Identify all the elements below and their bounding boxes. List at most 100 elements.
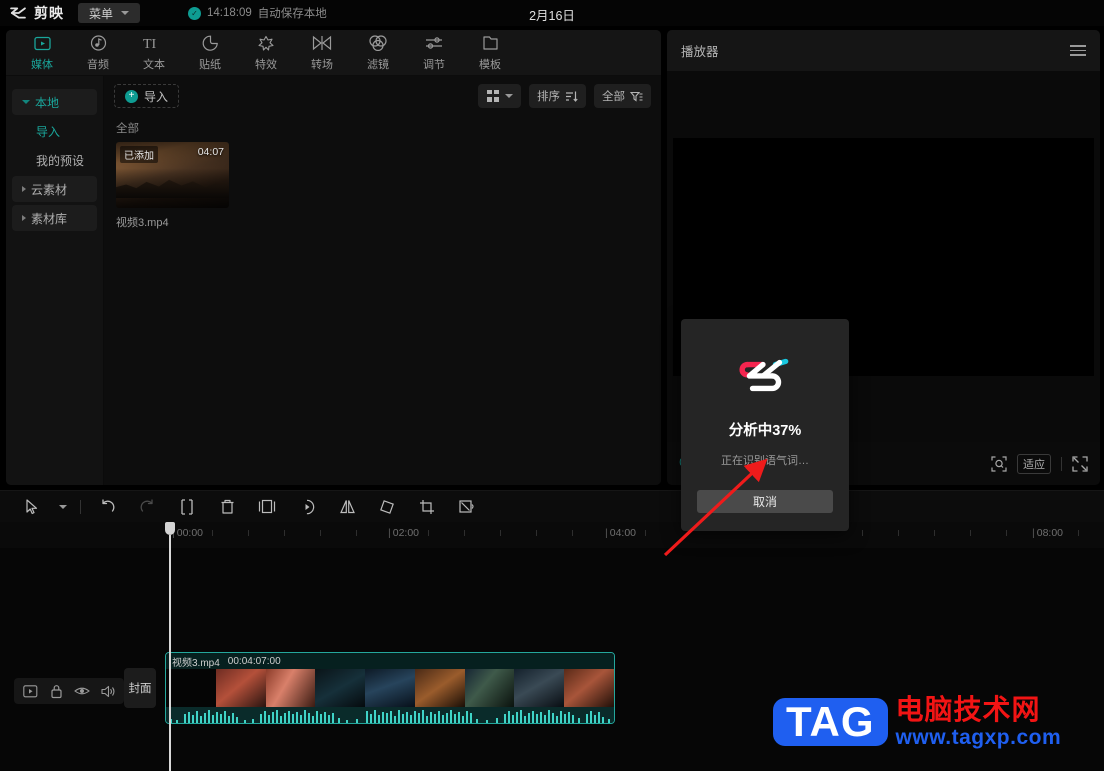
tab-transition[interactable]: 转场: [294, 34, 350, 72]
fit-dropdown[interactable]: 适应: [1017, 453, 1051, 474]
chevron-right-icon: [22, 215, 26, 221]
keyframe-panel-icon[interactable]: [247, 491, 287, 523]
app-logo: 剪映: [0, 3, 64, 23]
tab-template-label: 模板: [479, 58, 501, 71]
audio-icon: [90, 34, 107, 53]
import-button[interactable]: + 导入: [114, 84, 180, 108]
undo-button[interactable]: [87, 491, 127, 523]
cancel-button[interactable]: 取消: [697, 490, 833, 513]
select-tool-dropdown[interactable]: [52, 491, 74, 523]
preview-clip-icon[interactable]: [287, 491, 327, 523]
tab-sticker-label: 贴纸: [199, 58, 221, 71]
media-content-area: + 导入 排序 全部 全部 已添加 04:07 视频3.mp4: [104, 76, 661, 485]
site-watermark: TAG 电脑技术网 www.tagxp.com: [773, 694, 1061, 749]
transition-icon: [312, 34, 332, 53]
playhead-handle[interactable]: [165, 522, 175, 535]
filter-all-button[interactable]: 全部: [594, 84, 651, 108]
watermark-text-group: 电脑技术网 www.tagxp.com: [896, 694, 1062, 749]
lock-icon[interactable]: [46, 682, 66, 700]
redo-button[interactable]: [127, 491, 167, 523]
media-toolbar: + 导入 排序 全部: [104, 76, 661, 116]
app-name: 剪映: [34, 5, 64, 21]
sidebar-item-local-label: 本地: [35, 95, 60, 110]
filter-lines-icon: [630, 91, 643, 102]
delete-clip-icon[interactable]: [207, 491, 247, 523]
tab-audio-label: 音频: [87, 58, 109, 71]
autosave-status: ✓ 14:18:09 自动保存本地: [188, 5, 327, 21]
sidebar-item-my-presets[interactable]: 我的预设: [12, 147, 97, 173]
playhead[interactable]: [165, 522, 175, 771]
rotate-icon[interactable]: [367, 491, 407, 523]
watermark-url: www.tagxp.com: [895, 726, 1062, 750]
view-mode-button[interactable]: [478, 84, 521, 108]
duration-badge: 04:07: [197, 146, 224, 158]
sidebar-item-import[interactable]: 导入: [12, 118, 97, 144]
tab-effects[interactable]: 特效: [238, 34, 294, 72]
chevron-down-icon: [121, 11, 129, 15]
date-label: 2月16日: [529, 9, 575, 23]
clip-label: 视频3.mp4 00:04:07:00: [166, 653, 614, 669]
menu-button[interactable]: 菜单: [78, 3, 140, 23]
media-sidebar: 本地 导入 我的预设 云素材 素材库: [6, 76, 104, 485]
tab-audio[interactable]: 音频: [70, 34, 126, 72]
media-thumbnail[interactable]: 已添加 04:07: [116, 142, 229, 208]
tab-sticker[interactable]: 贴纸: [182, 34, 238, 72]
track-video-icon[interactable]: [20, 682, 40, 700]
timeline-clip[interactable]: 视频3.mp4 00:04:07:00: [165, 652, 615, 724]
sidebar-item-material-library[interactable]: 素材库: [12, 205, 97, 231]
tab-filter[interactable]: 滤镜: [350, 34, 406, 72]
clip-duration: 00:04:07:00: [227, 655, 281, 667]
clip-filmstrip: [166, 669, 614, 707]
mirror-icon[interactable]: [327, 491, 367, 523]
added-badge: 已添加: [120, 146, 158, 163]
tab-text[interactable]: TI 文本: [126, 34, 182, 72]
filter-icon: [368, 34, 388, 53]
media-card[interactable]: 已添加 04:07 视频3.mp4: [116, 142, 229, 230]
media-icon: [33, 34, 51, 53]
timeline-toolbar: [0, 490, 1104, 522]
volume-icon[interactable]: [98, 682, 118, 700]
select-tool-icon[interactable]: [12, 491, 52, 523]
hamburger-menu-icon[interactable]: [1070, 45, 1086, 56]
resource-tabbar: 媒体 音频 TI 文本 贴纸 特效 转场 滤镜 调节 模板: [6, 30, 661, 76]
divider: [80, 499, 81, 514]
template-icon: [482, 34, 499, 53]
effects-icon: [257, 34, 275, 53]
eye-icon[interactable]: [72, 682, 92, 700]
import-button-label: 导入: [144, 89, 169, 104]
chevron-down-icon: [505, 94, 513, 98]
jianying-editor-window: 剪映 菜单 ✓ 14:18:09 自动保存本地 2月16日 媒体 音频 TI 文…: [0, 0, 1104, 771]
adjust-icon: [424, 34, 444, 53]
autosave-label: 自动保存本地: [257, 8, 327, 20]
ruler-tick: 08:00: [1032, 527, 1063, 539]
tab-adjust[interactable]: 调节: [406, 34, 462, 72]
analysis-progress-dialog: 分析中37% 正在识别语气词… 取消: [681, 319, 849, 531]
fullscreen-icon[interactable]: [1072, 455, 1088, 472]
check-icon: ✓: [188, 6, 201, 20]
tab-template[interactable]: 模板: [462, 34, 518, 72]
sticker-icon: [202, 34, 219, 53]
tab-media[interactable]: 媒体: [14, 34, 70, 72]
sort-button[interactable]: 排序: [529, 84, 586, 108]
jianying-logo-icon: [739, 358, 789, 392]
ruler-tick: 02:00: [388, 527, 419, 539]
media-panel-body: 本地 导入 我的预设 云素材 素材库 + 导入 排序 全部 全部 已添加 04:…: [6, 76, 661, 485]
dialog-title: 分析中37%: [728, 423, 802, 439]
cover-button[interactable]: 封面: [124, 668, 156, 708]
crop-icon[interactable]: [407, 491, 447, 523]
player-title: 播放器: [681, 45, 719, 59]
sidebar-item-local[interactable]: 本地: [12, 89, 97, 115]
zoom-fit-icon[interactable]: [991, 455, 1007, 472]
tab-transition-label: 转场: [311, 58, 333, 71]
clip-waveform: [166, 707, 614, 723]
chevron-down-icon: [22, 100, 30, 104]
mute-audio-icon[interactable]: [447, 491, 487, 523]
clip-name: 视频3.mp4: [172, 657, 220, 669]
sidebar-item-cloud-material-label: 云素材: [31, 182, 68, 197]
sidebar-item-my-presets-label: 我的预设: [36, 153, 85, 168]
split-clip-icon[interactable]: [167, 491, 207, 523]
tab-effects-label: 特效: [255, 58, 277, 71]
title-bar: 剪映 菜单 ✓ 14:18:09 自动保存本地 2月16日: [0, 0, 1104, 26]
dialog-subtitle: 正在识别语气词…: [721, 455, 809, 467]
sidebar-item-cloud-material[interactable]: 云素材: [12, 176, 97, 202]
